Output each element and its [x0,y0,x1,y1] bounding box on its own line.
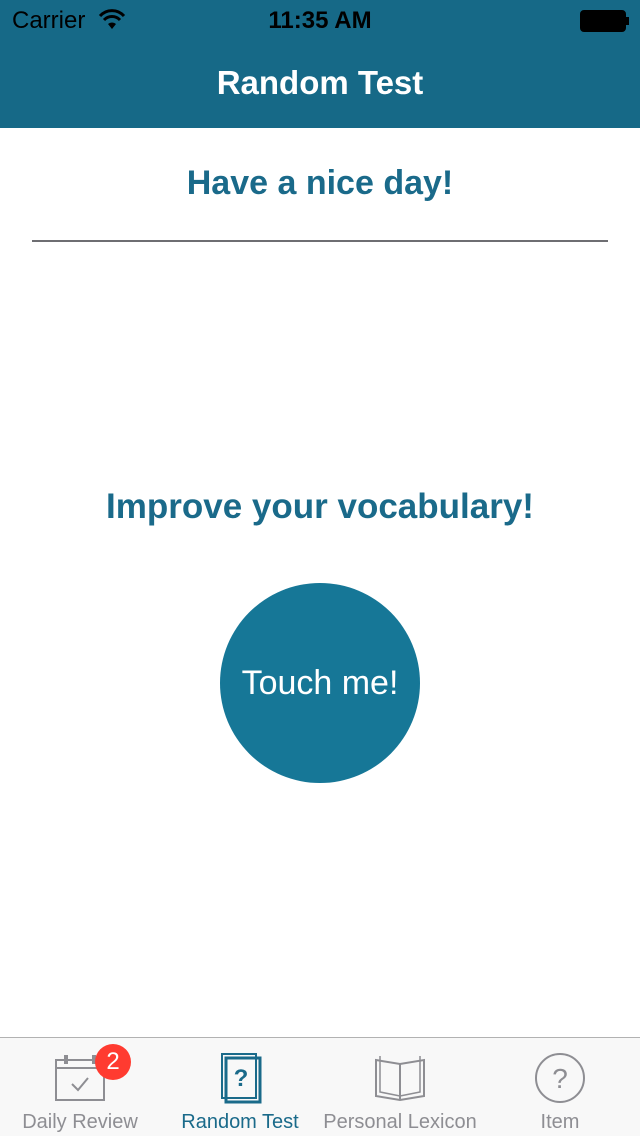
svg-text:?: ? [234,1065,249,1092]
question-circle-icon: ? [535,1053,585,1103]
tab-label: Daily Review [22,1111,138,1133]
tab-label: Personal Lexicon [323,1111,477,1133]
divider [32,240,608,242]
tab-item[interactable]: ? Item [480,1038,640,1136]
status-time: 11:35 AM [268,7,372,34]
notification-badge: 2 [95,1044,131,1080]
tab-bar: 2 Daily Review ? Random Test Personal Le… [0,1037,640,1136]
status-bar: Carrier 11:35 AM [0,0,640,40]
tab-daily-review[interactable]: 2 Daily Review [0,1038,160,1136]
greeting-text: Have a nice day! [186,164,454,202]
subtitle-text: Improve your vocabulary! [106,487,534,526]
header: Carrier 11:35 AM Random Test [0,0,640,128]
tab-random-test[interactable]: ? Random Test [160,1038,320,1136]
tab-personal-lexicon[interactable]: Personal Lexicon [320,1038,480,1136]
touch-me-button[interactable]: Touch me! [220,583,420,783]
nav-title: Random Test [216,64,424,101]
open-book-icon [375,1056,425,1102]
battery-icon [580,10,629,32]
tab-label: Random Test [181,1111,299,1133]
tab-label: Item [540,1111,580,1133]
svg-text:?: ? [552,1063,568,1094]
question-card-icon: ? [221,1053,262,1104]
